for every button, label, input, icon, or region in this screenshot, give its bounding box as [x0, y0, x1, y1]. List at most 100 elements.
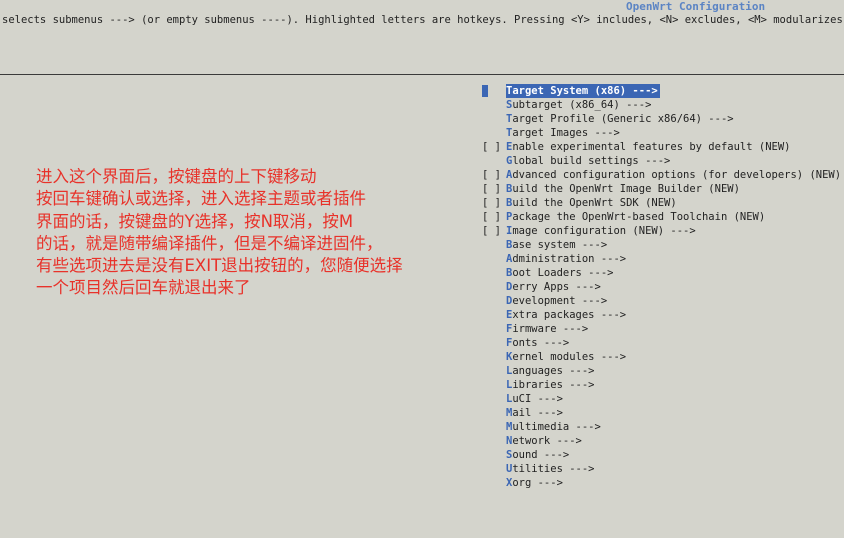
- menu-item[interactable]: Development --->: [480, 294, 844, 308]
- menu-item-text: ubtarget (x86_64) --->: [512, 99, 652, 111]
- menu-item-text: ase system --->: [512, 239, 608, 251]
- menu-item-label: Global build settings --->: [506, 154, 672, 168]
- menu-item[interactable]: [ ] Advanced configuration options (for d…: [480, 168, 844, 182]
- menu-item-label: Utilities --->: [506, 462, 597, 476]
- menu-item-label: Package the OpenWrt-based Toolchain (NEW…: [506, 210, 767, 224]
- menu-item-label: Kernel modules --->: [506, 350, 628, 364]
- menu-item-label: Derry Apps --->: [506, 280, 603, 294]
- menu-item[interactable]: Kernel modules --->: [480, 350, 844, 364]
- menu-item-label: Fonts --->: [506, 336, 571, 350]
- menu-item-text: dvanced configuration options (for devel…: [512, 169, 844, 181]
- annotation-line: 进入这个界面后，按键盘的上下键移动: [36, 167, 317, 186]
- menu-item-label: Boot Loaders --->: [506, 266, 615, 280]
- menu-item[interactable]: Extra packages --->: [480, 308, 844, 322]
- menu-item[interactable]: [ ] Package the OpenWrt-based Toolchain (…: [480, 210, 844, 224]
- menu-item-text: uild the OpenWrt Image Builder (NEW): [512, 183, 740, 195]
- menu-item-text: anguages --->: [512, 365, 595, 377]
- menu-item-text: ultimedia --->: [512, 421, 601, 433]
- menu-item-label: Target Profile (Generic x86/64) --->: [506, 112, 736, 126]
- config-menu: Target System (x86) ---> Subtarget (x86_6…: [480, 84, 844, 490]
- menu-item-label: Build the OpenWrt Image Builder (NEW): [506, 182, 742, 196]
- menu-item-label: Build the OpenWrt SDK (NEW): [506, 196, 679, 210]
- menu-item-label: Libraries --->: [506, 378, 597, 392]
- menu-item[interactable]: [ ] Image configuration (NEW) --->: [480, 224, 844, 238]
- menu-item-checkbox[interactable]: [ ]: [482, 210, 501, 224]
- menu-item-text: ackage the OpenWrt-based Toolchain (NEW): [512, 211, 766, 223]
- menu-item-text: uild the OpenWrt SDK (NEW): [512, 197, 677, 209]
- menu-item-checkbox[interactable]: [ ]: [482, 196, 501, 210]
- menu-item[interactable]: Utilities --->: [480, 462, 844, 476]
- menu-item-text: dministration --->: [512, 253, 627, 265]
- menu-item-text: etwork --->: [512, 435, 582, 447]
- menu-item-label: Development --->: [506, 294, 609, 308]
- menu-item-text: evelopment --->: [512, 295, 608, 307]
- menu-item-checkbox[interactable]: [ ]: [482, 224, 501, 238]
- menu-item[interactable]: Target Profile (Generic x86/64) --->: [480, 112, 844, 126]
- menu-item[interactable]: Libraries --->: [480, 378, 844, 392]
- menu-item-label: Base system --->: [506, 238, 609, 252]
- menu-item[interactable]: Subtarget (x86_64) --->: [480, 98, 844, 112]
- menu-item-text: arget Images --->: [512, 127, 620, 139]
- menu-item-label: LuCI --->: [506, 392, 565, 406]
- menu-item-label: Administration --->: [506, 252, 628, 266]
- menu-item-text: nable experimental features by default (…: [512, 141, 791, 153]
- menu-item-text: ound --->: [512, 449, 570, 461]
- menu-item-text: uCI --->: [512, 393, 563, 405]
- menu-item-label: Firmware --->: [506, 322, 590, 336]
- menu-item-label: Enable experimental features by default …: [506, 140, 792, 154]
- menu-item[interactable]: Global build settings --->: [480, 154, 844, 168]
- menu-item[interactable]: Firmware --->: [480, 322, 844, 336]
- menu-item-label: Target Images --->: [506, 126, 622, 140]
- help-text: selects submenus ---> (or empty submenus…: [2, 14, 844, 26]
- menu-item[interactable]: Fonts --->: [480, 336, 844, 350]
- menu-item[interactable]: Mail --->: [480, 406, 844, 420]
- annotation-line: 一个项目然后回车就退出来了: [36, 278, 251, 298]
- menu-item[interactable]: Network --->: [480, 434, 844, 448]
- annotation-line: 界面的话，按键盘的Y选择，按N取消，按M: [36, 211, 354, 231]
- menu-item[interactable]: Boot Loaders --->: [480, 266, 844, 280]
- menu-item-label: Advanced configuration options (for deve…: [506, 168, 844, 182]
- annotation-line: 按回车键确认或选择，进入选择主题或者插件: [36, 189, 366, 209]
- menu-item-checkbox[interactable]: [ ]: [482, 140, 501, 154]
- menu-item[interactable]: LuCI --->: [480, 392, 844, 406]
- menu-item-text: arget Profile (Generic x86/64) --->: [512, 113, 734, 125]
- menu-item-label: Subtarget (x86_64) --->: [506, 98, 653, 112]
- menu-item[interactable]: Administration --->: [480, 252, 844, 266]
- menu-item-checkbox[interactable]: [ ]: [482, 182, 501, 196]
- annotation-line: 有些选项进去是没有EXIT退出按钮的，您随便选择: [36, 256, 403, 276]
- menu-item-text: tilities --->: [512, 463, 595, 475]
- menu-item-text: oot Loaders --->: [512, 267, 614, 279]
- menu-item[interactable]: Base system --->: [480, 238, 844, 252]
- menu-item[interactable]: Sound --->: [480, 448, 844, 462]
- menu-item[interactable]: Multimedia --->: [480, 420, 844, 434]
- menu-item-text: irmware --->: [512, 323, 589, 335]
- menu-item-label: Sound --->: [506, 448, 571, 462]
- menu-item[interactable]: Target Images --->: [480, 126, 844, 140]
- menu-item-label: Image configuration (NEW) --->: [506, 224, 698, 238]
- menu-item-text: lobal build settings --->: [512, 155, 671, 167]
- menu-item-text: arget System (x86) --->: [512, 85, 658, 97]
- divider: [0, 74, 844, 75]
- menu-item-text: xtra packages --->: [512, 309, 627, 321]
- menu-item-checkbox[interactable]: [ ]: [482, 168, 501, 182]
- menu-item-text: ibraries --->: [512, 379, 595, 391]
- menu-item[interactable]: [ ] Enable experimental features by defau…: [480, 140, 844, 154]
- window-title: OpenWrt Configuration: [626, 0, 766, 13]
- menu-item-label: Multimedia --->: [506, 420, 603, 434]
- menu-item-text: erry Apps --->: [512, 281, 601, 293]
- menu-item-text: mage configuration (NEW) --->: [512, 225, 696, 237]
- menu-item-label: Mail --->: [506, 406, 565, 420]
- menu-item-label: Extra packages --->: [506, 308, 628, 322]
- menu-item[interactable]: Target System (x86) --->: [480, 84, 844, 98]
- annotation-line: 的话，就是随带编译插件，但是不编译进固件，: [36, 233, 383, 253]
- menu-item-label: Network --->: [506, 434, 584, 448]
- menu-item-text: ail --->: [512, 407, 563, 419]
- menu-item-label: Languages --->: [506, 364, 597, 378]
- menu-item[interactable]: Languages --->: [480, 364, 844, 378]
- menu-item-label: Xorg --->: [506, 476, 565, 490]
- menu-item[interactable]: Xorg --->: [480, 476, 844, 490]
- menu-item[interactable]: Derry Apps --->: [480, 280, 844, 294]
- menu-item[interactable]: [ ] Build the OpenWrt Image Builder (NEW): [480, 182, 844, 196]
- menu-item[interactable]: [ ] Build the OpenWrt SDK (NEW): [480, 196, 844, 210]
- selection-cursor: [482, 85, 488, 97]
